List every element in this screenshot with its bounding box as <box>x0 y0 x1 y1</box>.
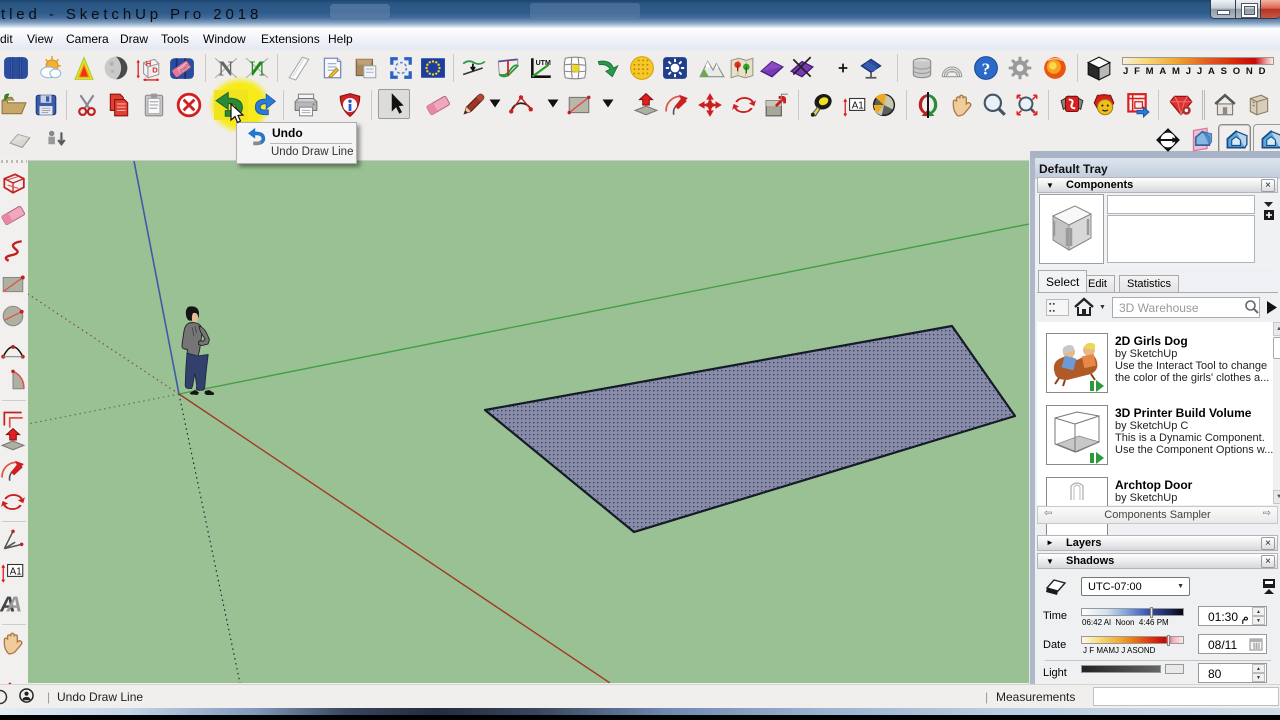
svg-text:A1: A1 <box>852 100 864 111</box>
svg-text:N: N <box>250 59 265 81</box>
svg-text:UTM: UTM <box>536 60 551 67</box>
svg-text:D: D <box>152 65 158 74</box>
svg-text:A: A <box>5 592 24 616</box>
svg-text:?: ? <box>982 60 991 79</box>
svg-text:H: H <box>146 59 151 68</box>
svg-text:A1: A1 <box>10 566 22 577</box>
svg-text:N: N <box>218 59 233 81</box>
